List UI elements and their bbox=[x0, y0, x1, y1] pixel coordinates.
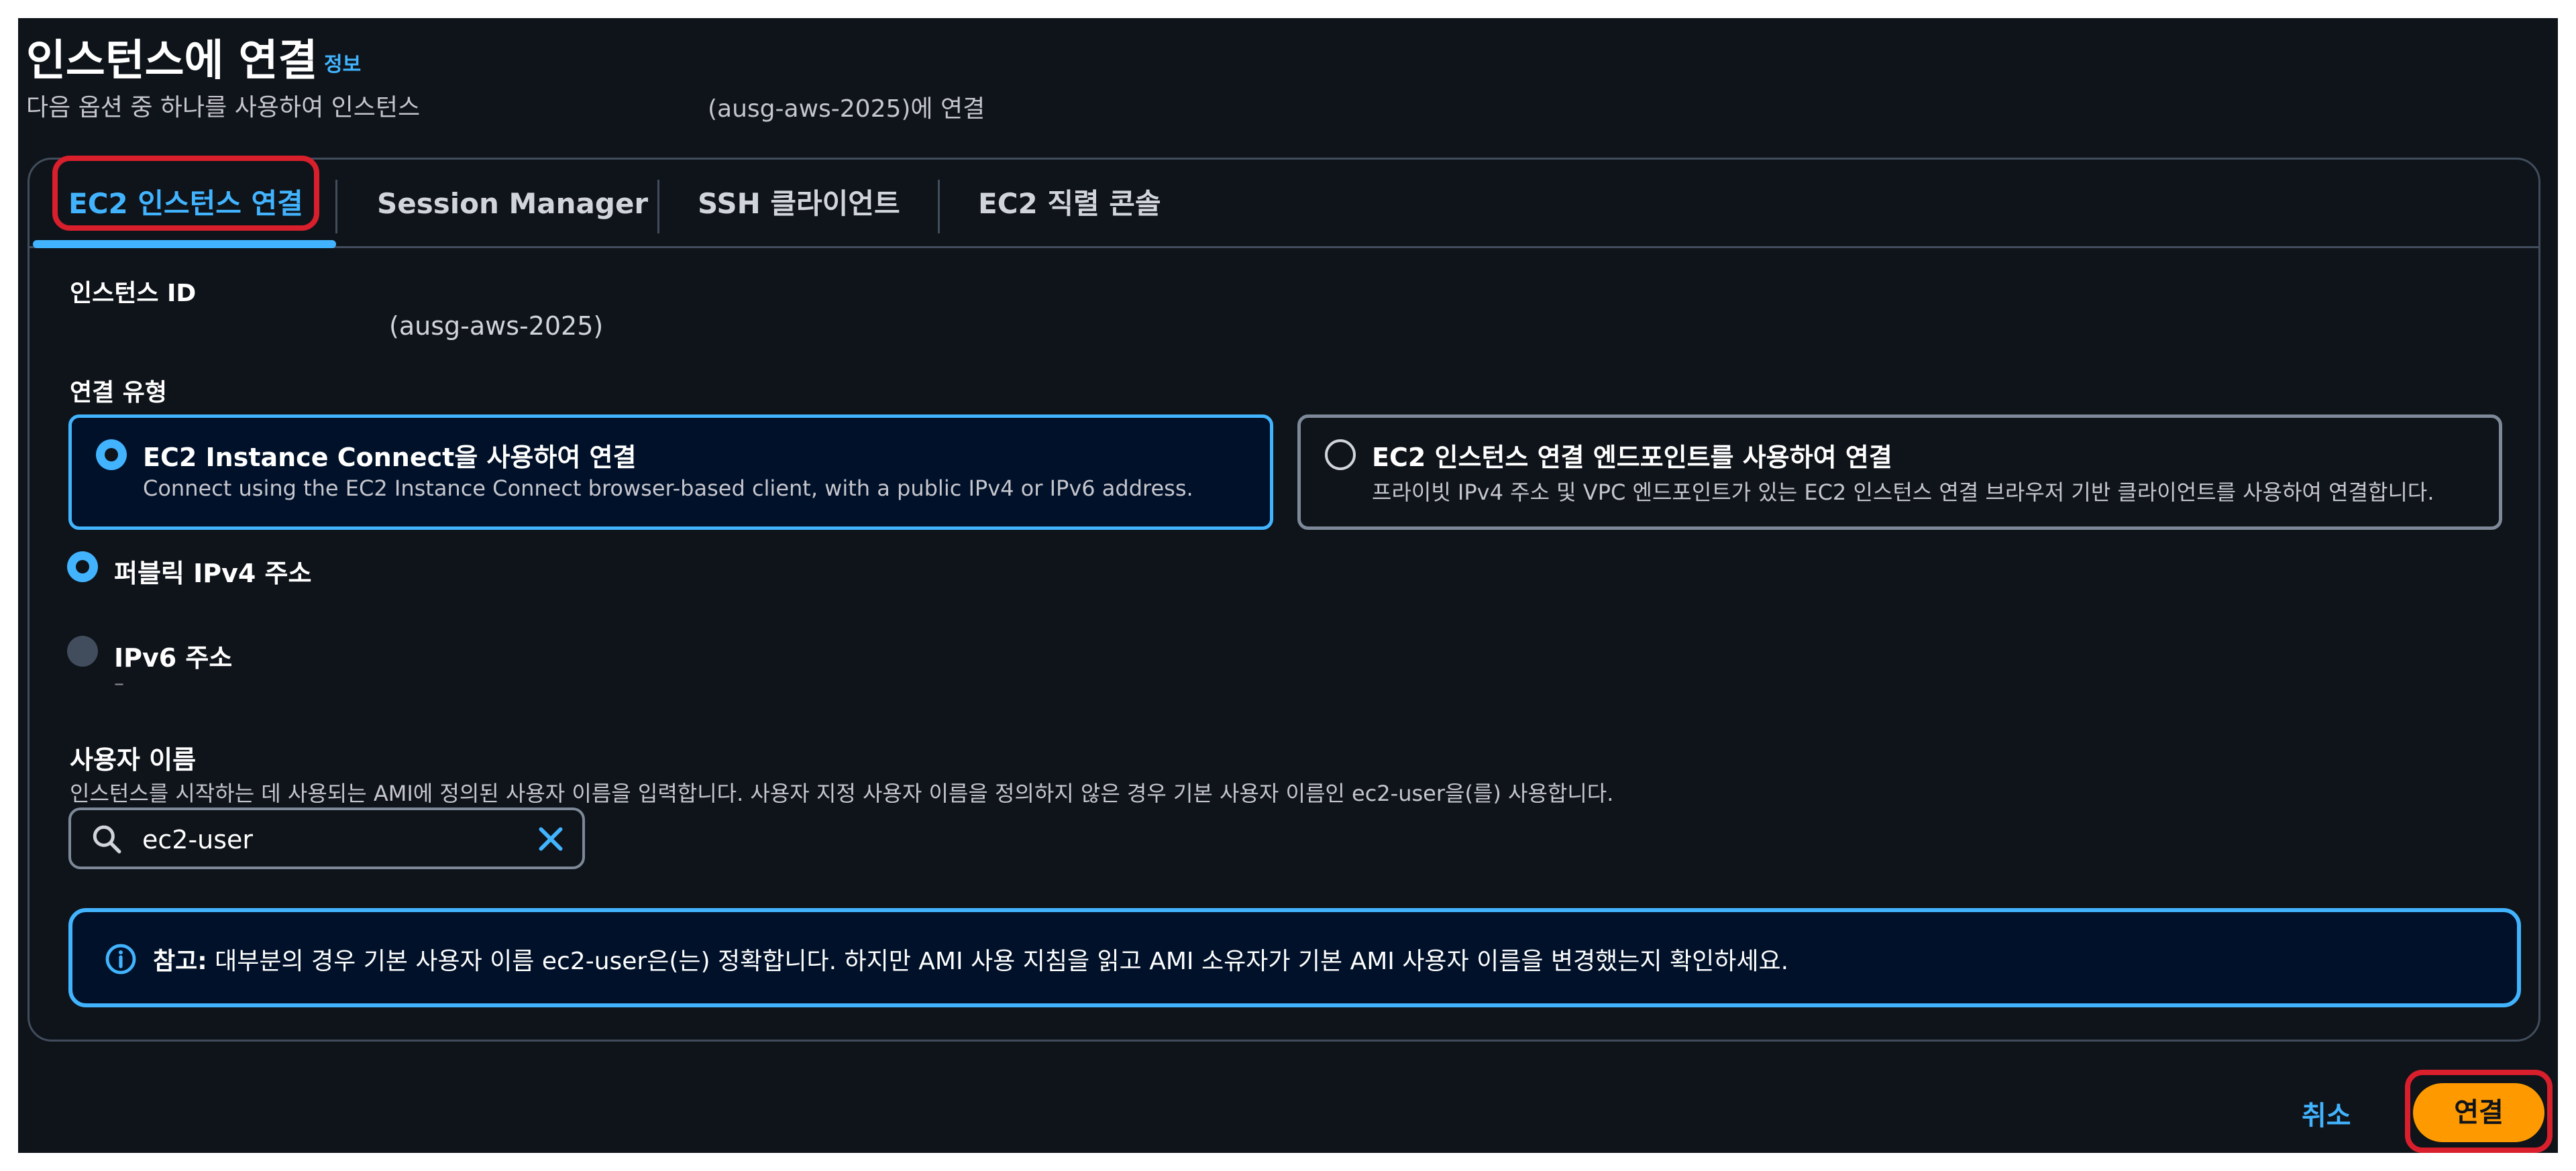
option-title: EC2 Instance Connect을 사용하여 연결 bbox=[143, 443, 637, 472]
tab-session-manager[interactable]: Session Manager bbox=[377, 178, 648, 229]
public-ipv4-label: 퍼블릭 IPv4 주소 bbox=[114, 559, 312, 588]
info-alert-label: 참고: bbox=[153, 948, 207, 975]
radio-button-selected[interactable] bbox=[96, 439, 127, 470]
username-label: 사용자 이름 bbox=[70, 745, 197, 775]
page-subtitle-instance: (ausg-aws-2025)에 연결 bbox=[708, 95, 985, 123]
ipv6-value: – bbox=[114, 672, 124, 695]
username-input-box[interactable] bbox=[68, 807, 585, 869]
info-alert-body: 대부분의 경우 기본 사용자 이름 ec2-user은(는) 정확합니다. 하지… bbox=[215, 948, 1789, 975]
info-icon bbox=[105, 944, 136, 974]
tab-bar: EC2 인스턴스 연결 Session Manager SSH 클라이언트 EC… bbox=[30, 160, 2538, 248]
radio-public-ipv4[interactable] bbox=[67, 551, 98, 582]
option-description: 프라이빗 IPv4 주소 및 VPC 엔드포인트가 있는 EC2 인스턴스 연결… bbox=[1372, 480, 2434, 505]
tab-ec2-serial-console[interactable]: EC2 직렬 콘솔 bbox=[978, 178, 1161, 229]
radio-ipv6[interactable] bbox=[67, 636, 98, 667]
tab-highlight-annotation bbox=[52, 156, 319, 231]
ipv6-label: IPv6 주소 bbox=[114, 643, 233, 673]
tab-separator bbox=[938, 180, 940, 233]
instance-id-label: 인스턴스 ID bbox=[70, 280, 197, 307]
username-description: 인스턴스를 시작하는 데 사용되는 AMI에 정의된 사용자 이름을 입력합니다… bbox=[70, 781, 1614, 806]
connection-type-label: 연결 유형 bbox=[70, 379, 168, 406]
info-link[interactable]: 정보 bbox=[324, 48, 361, 77]
search-icon bbox=[93, 825, 121, 854]
info-alert-text: 참고: 대부분의 경우 기본 사용자 이름 ec2-user은(는) 정확합니다… bbox=[153, 942, 1788, 977]
connect-instance-page: 인스턴스에 연결 정보 다음 옵션 중 하나를 사용하여 인스턴스 (ausg-… bbox=[18, 18, 2558, 1153]
tab-ssh-client[interactable]: SSH 클라이언트 bbox=[698, 178, 900, 229]
instance-id-value: (ausg-aws-2025) bbox=[389, 311, 604, 341]
connection-type-option-endpoint[interactable]: EC2 인스턴스 연결 엔드포인트를 사용하여 연결 프라이빗 IPv4 주소 … bbox=[1297, 414, 2502, 530]
tab-separator bbox=[657, 180, 659, 233]
radio-button[interactable] bbox=[1325, 439, 1356, 470]
connect-options-container: EC2 인스턴스 연결 Session Manager SSH 클라이언트 EC… bbox=[28, 156, 2540, 1042]
clear-icon[interactable] bbox=[534, 822, 568, 856]
tab-separator bbox=[335, 180, 337, 233]
active-tab-indicator bbox=[33, 240, 336, 248]
info-alert: 참고: 대부분의 경우 기본 사용자 이름 ec2-user은(는) 정확합니다… bbox=[68, 908, 2521, 1007]
option-description: Connect using the EC2 Instance Connect b… bbox=[143, 476, 1193, 501]
username-input[interactable] bbox=[141, 818, 492, 861]
option-title: EC2 인스턴스 연결 엔드포인트를 사용하여 연결 bbox=[1372, 443, 1892, 472]
cancel-button[interactable]: 취소 bbox=[2302, 1094, 2351, 1133]
connection-type-option-instance-connect[interactable]: EC2 Instance Connect을 사용하여 연결 Connect us… bbox=[68, 414, 1273, 530]
page-subtitle: 다음 옵션 중 하나를 사용하여 인스턴스 bbox=[26, 94, 421, 121]
page-title: 인스턴스에 연결 bbox=[26, 36, 318, 86]
connect-highlight-annotation bbox=[2405, 1070, 2553, 1153]
